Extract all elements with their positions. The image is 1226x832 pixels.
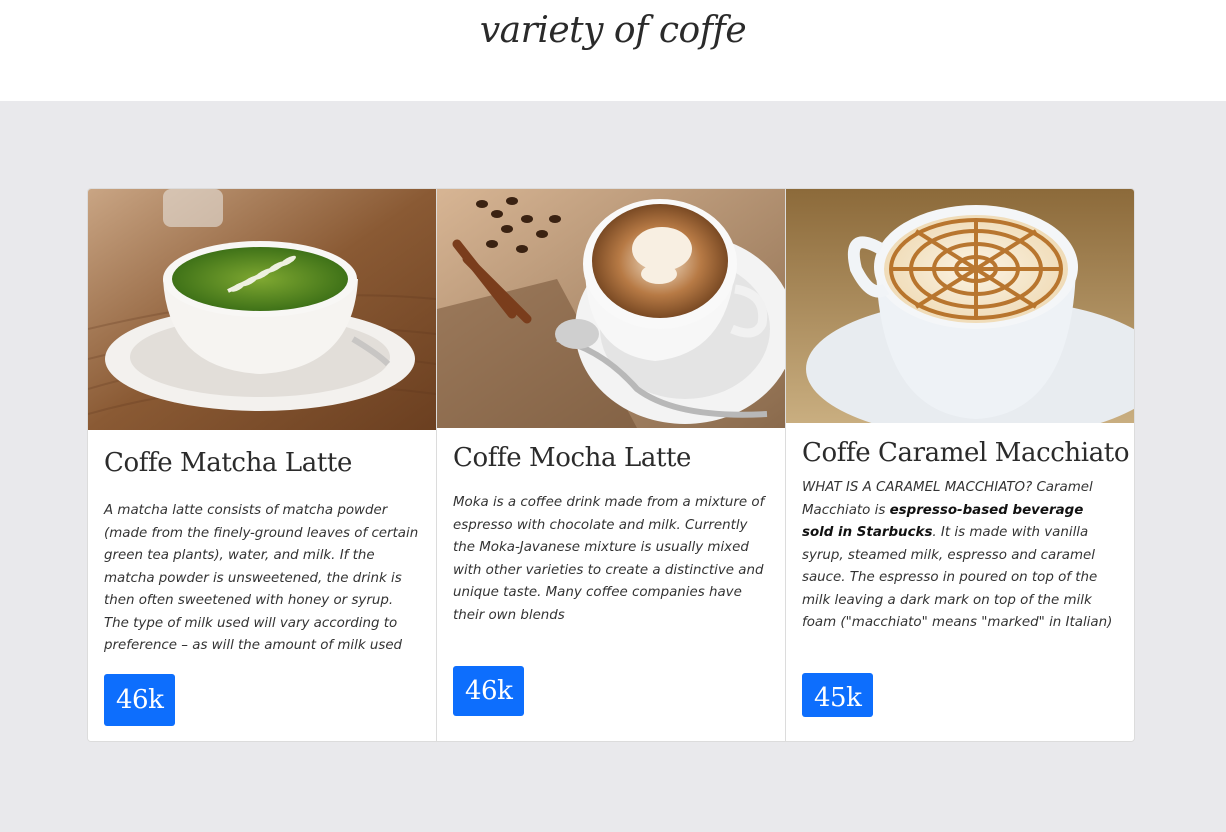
card-caramel-macchiato: Coffe Caramel Macchiato WHAT IS A CARAME…	[785, 189, 1134, 741]
views-button[interactable]: 46k	[104, 674, 176, 726]
card-matcha-latte: Coffe Matcha Latte A matcha latte consis…	[88, 189, 436, 741]
card-text-part: . It is made with vanilla syrup, steamed…	[802, 525, 1113, 630]
page-header: variety of coffe	[0, 0, 1226, 101]
card-mocha-latte: Coffe Mocha Latte Moka is a coffee drink…	[436, 189, 785, 741]
views-button[interactable]: 46k	[453, 666, 525, 716]
mocha-latte-image	[437, 189, 785, 428]
matcha-latte-image	[88, 189, 436, 430]
page-title: variety of coffe	[479, 10, 747, 51]
card-title: Coffe Matcha Latte	[104, 448, 352, 478]
card-text: Moka is a coffee drink made from a mixtu…	[453, 495, 765, 623]
card-group: Coffe Matcha Latte A matcha latte consis…	[87, 188, 1135, 742]
card-title: Coffe Mocha Latte	[453, 443, 692, 473]
views-button[interactable]: 45k	[802, 673, 874, 717]
card-text: A matcha latte consists of matcha powder…	[104, 503, 419, 653]
card-text: WHAT IS A CARAMEL MACCHIATO? Caramel Mac…	[802, 477, 1118, 635]
card-title: Coffe Caramel Macchiato	[802, 438, 1130, 468]
caramel-macchiato-image	[786, 189, 1134, 423]
